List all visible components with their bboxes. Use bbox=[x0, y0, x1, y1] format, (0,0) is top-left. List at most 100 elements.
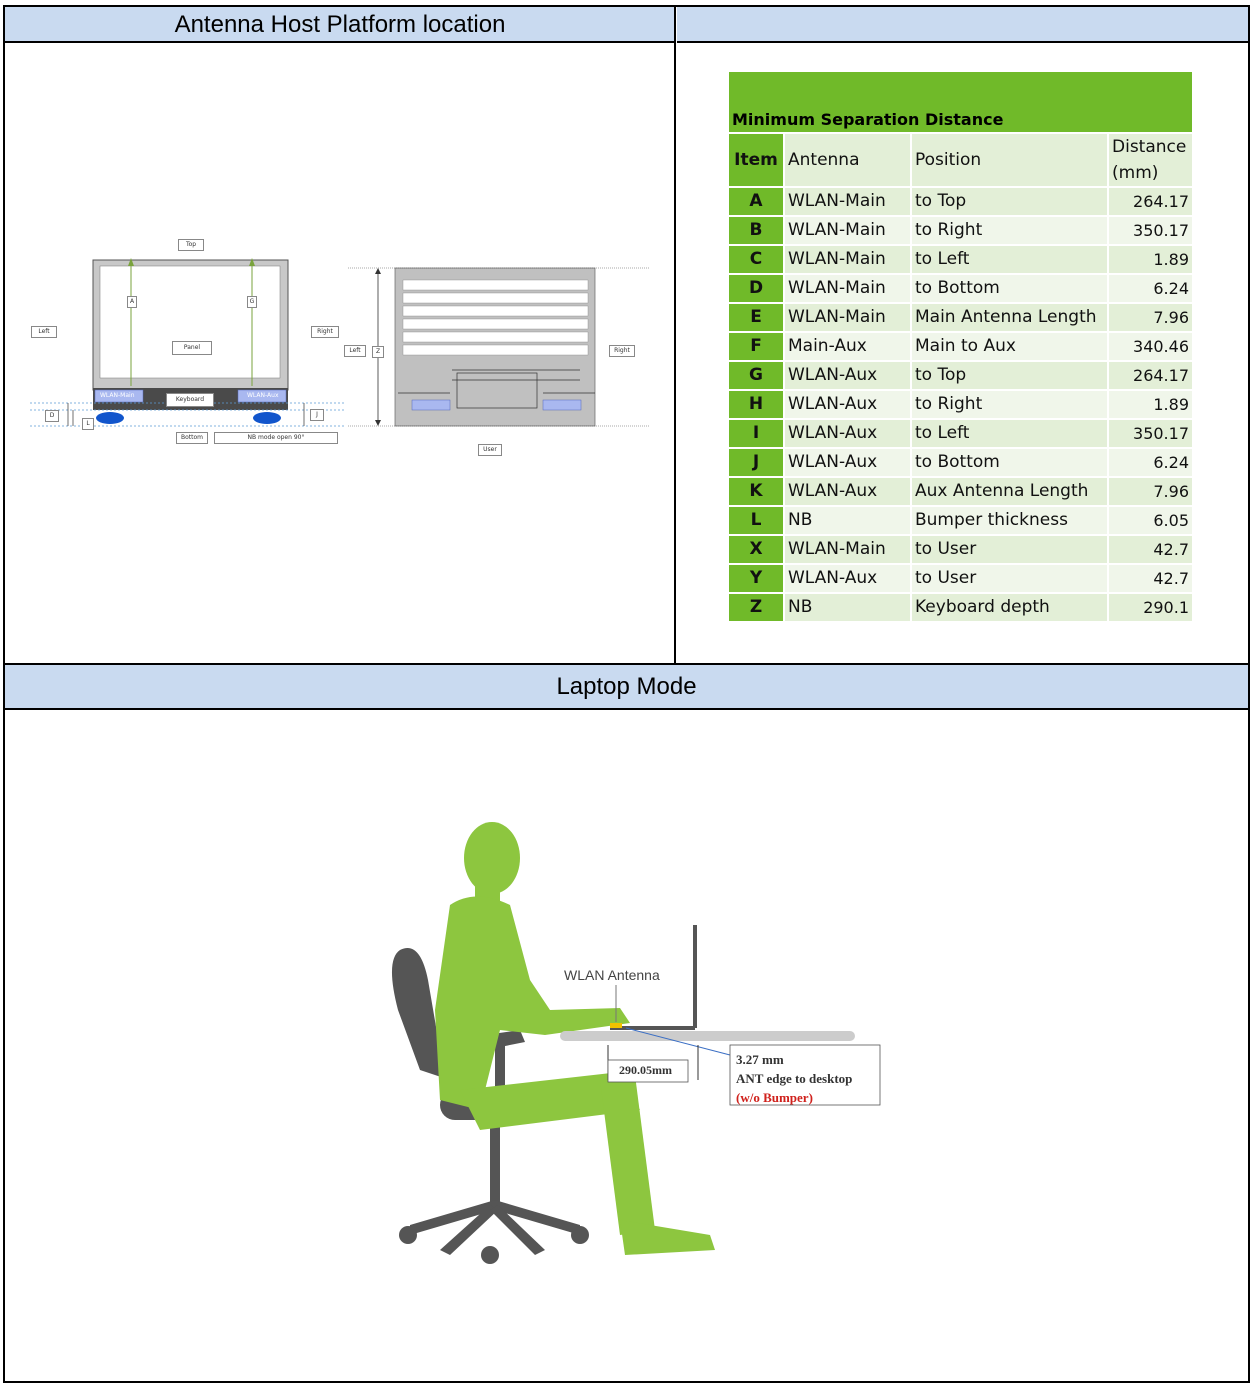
left-foot bbox=[96, 412, 124, 424]
diagram-label-user: User bbox=[478, 444, 502, 456]
cell-antenna: WLAN-Main bbox=[785, 188, 910, 215]
table-row: D WLAN-Main to Bottom 6.24 bbox=[729, 275, 1192, 302]
cell-antenna: WLAN-Aux bbox=[785, 420, 910, 447]
cell-position: Bumper thickness bbox=[912, 507, 1107, 534]
diagram-label-right-2: Right bbox=[609, 345, 635, 357]
wlan-aux-top-block bbox=[542, 399, 582, 411]
cell-antenna: WLAN-Main bbox=[785, 304, 910, 331]
cell-antenna: WLAN-Aux bbox=[785, 478, 910, 505]
cell-item: B bbox=[729, 217, 783, 244]
header-left: Antenna Host Platform location bbox=[5, 7, 675, 43]
cell-item: L bbox=[729, 507, 783, 534]
header-item: Item bbox=[729, 134, 783, 186]
diagram-label-bottom: Bottom bbox=[176, 432, 208, 444]
diagram-label-wlan-main: WLAN-Main bbox=[100, 392, 135, 399]
cell-item: Y bbox=[729, 565, 783, 592]
cell-position: to Right bbox=[912, 217, 1107, 244]
cell-antenna: WLAN-Main bbox=[785, 217, 910, 244]
cell-item: H bbox=[729, 391, 783, 418]
table-row: J WLAN-Aux to Bottom 6.24 bbox=[729, 449, 1192, 476]
table-row: G WLAN-Aux to Top 264.17 bbox=[729, 362, 1192, 389]
header-distance: Distance (mm) bbox=[1109, 134, 1192, 186]
cell-antenna: Main-Aux bbox=[785, 333, 910, 360]
diagram-label-l: L bbox=[82, 418, 94, 430]
cell-antenna: WLAN-Aux bbox=[785, 391, 910, 418]
diagram-label-keyboard: Keyboard bbox=[166, 393, 214, 407]
cell-position: to Top bbox=[912, 362, 1107, 389]
diagram-label-wlan-aux: WLAN-Aux bbox=[247, 392, 279, 399]
cell-position: to Top bbox=[912, 188, 1107, 215]
cell-position: to User bbox=[912, 565, 1107, 592]
cell-position: Main Antenna Length bbox=[912, 304, 1107, 331]
cell-distance: 6.05 bbox=[1109, 507, 1192, 534]
cell-item: C bbox=[729, 246, 783, 273]
cell-position: to Right bbox=[912, 391, 1107, 418]
cell-position: to Bottom bbox=[912, 275, 1107, 302]
cell-position: Keyboard depth bbox=[912, 594, 1107, 621]
diagram-label-panel: Panel bbox=[172, 341, 212, 355]
cell-antenna: WLAN-Main bbox=[785, 536, 910, 563]
cell-antenna: NB bbox=[785, 507, 910, 534]
table-row: F Main-Aux Main to Aux 340.46 bbox=[729, 333, 1192, 360]
cell-antenna: WLAN-Aux bbox=[785, 565, 910, 592]
cell-position: to Left bbox=[912, 420, 1107, 447]
cell-item: Z bbox=[729, 594, 783, 621]
column-divider bbox=[674, 5, 676, 664]
cell-distance: 290.1 bbox=[1109, 594, 1192, 621]
header-antenna: Antenna bbox=[785, 134, 910, 186]
laptop-screen bbox=[99, 265, 281, 379]
table-row: Z NB Keyboard depth 290.1 bbox=[729, 594, 1192, 621]
table-row: H WLAN-Aux to Right 1.89 bbox=[729, 391, 1192, 418]
table-row: E WLAN-Main Main Antenna Length 7.96 bbox=[729, 304, 1192, 331]
cell-item: G bbox=[729, 362, 783, 389]
diagram-label-top: Top bbox=[178, 239, 204, 251]
table-row: K WLAN-Aux Aux Antenna Length 7.96 bbox=[729, 478, 1192, 505]
cell-antenna: WLAN-Aux bbox=[785, 449, 910, 476]
table-row: A WLAN-Main to Top 264.17 bbox=[729, 188, 1192, 215]
header-right bbox=[677, 7, 1248, 43]
edge-note: ANT edge to desktop bbox=[736, 1071, 853, 1086]
cell-distance: 42.7 bbox=[1109, 565, 1192, 592]
cell-item: E bbox=[729, 304, 783, 331]
table-row: L NB Bumper thickness 6.05 bbox=[729, 507, 1192, 534]
cell-distance: 350.17 bbox=[1109, 420, 1192, 447]
laptop-mode-illustration bbox=[391, 822, 881, 1264]
diagram-label-d: D bbox=[45, 410, 59, 422]
bumper-note: (w/o Bumper) bbox=[736, 1090, 813, 1105]
cell-item: F bbox=[729, 333, 783, 360]
cell-position: Main to Aux bbox=[912, 333, 1107, 360]
cell-distance: 264.17 bbox=[1109, 188, 1192, 215]
keyboard-depth-label: 290.05mm bbox=[619, 1063, 672, 1077]
wlan-main-top-block bbox=[411, 399, 451, 411]
diagram-label-right: Right bbox=[311, 326, 339, 338]
cell-item: I bbox=[729, 420, 783, 447]
table-row: Y WLAN-Aux to User 42.7 bbox=[729, 565, 1192, 592]
diagram-label-left-2: Left bbox=[344, 345, 366, 357]
cell-antenna: WLAN-Aux bbox=[785, 362, 910, 389]
table-header-row: Item Antenna Position Distance (mm) bbox=[729, 134, 1192, 186]
table-title: Minimum Separation Distance bbox=[729, 72, 1192, 132]
cell-item: K bbox=[729, 478, 783, 505]
cell-antenna: WLAN-Main bbox=[785, 275, 910, 302]
cell-item: A bbox=[729, 188, 783, 215]
cell-distance: 340.46 bbox=[1109, 333, 1192, 360]
table-row: X WLAN-Main to User 42.7 bbox=[729, 536, 1192, 563]
cell-distance: 6.24 bbox=[1109, 275, 1192, 302]
cell-distance: 1.89 bbox=[1109, 391, 1192, 418]
cell-distance: 1.89 bbox=[1109, 246, 1192, 273]
cell-distance: 264.17 bbox=[1109, 362, 1192, 389]
cell-position: to Left bbox=[912, 246, 1107, 273]
cell-distance: 6.24 bbox=[1109, 449, 1192, 476]
right-foot bbox=[253, 412, 281, 424]
diagram-label-nb-mode: NB mode open 90° bbox=[214, 432, 338, 444]
table-body: A WLAN-Main to Top 264.17 B WLAN-Main to Right… bbox=[729, 188, 1192, 621]
cell-distance: 7.96 bbox=[1109, 478, 1192, 505]
distance-callout: 3.27 mm ANT edge to desktop (w/o Bumper) bbox=[736, 1050, 852, 1107]
antenna-marker bbox=[610, 1023, 622, 1028]
header-laptop-mode: Laptop Mode bbox=[5, 665, 1248, 710]
cell-antenna: NB bbox=[785, 594, 910, 621]
cell-position: to Bottom bbox=[912, 449, 1107, 476]
diagram-label-z: Z bbox=[372, 346, 384, 358]
cell-distance: 7.96 bbox=[1109, 304, 1192, 331]
separation-table: Minimum Separation Distance Item Antenna… bbox=[729, 72, 1192, 621]
